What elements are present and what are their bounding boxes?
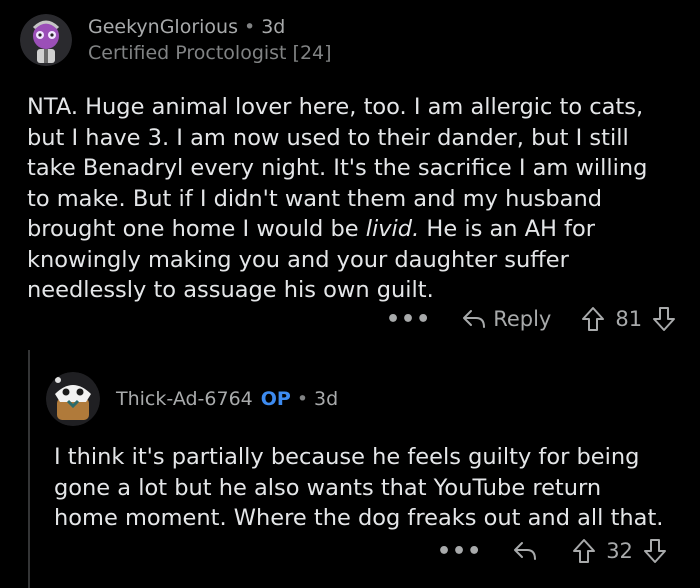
vote-score: 32 (606, 539, 633, 563)
reply-button[interactable] (512, 540, 538, 562)
op-badge: OP (260, 388, 291, 410)
upvote-icon[interactable] (581, 306, 605, 332)
comment-header: Thick-Ad-6764 OP • 3d (46, 372, 338, 426)
comment-age: 3d (261, 16, 286, 38)
more-icon[interactable]: ••• (386, 307, 431, 332)
comment-actions: ••• 32 (437, 538, 667, 564)
comment-body-line: knowingly making you and your daughter s… (27, 246, 569, 273)
reply-arrow-icon (463, 310, 486, 328)
reply-button[interactable]: Reply (461, 307, 551, 331)
vote-score: 81 (615, 307, 643, 331)
comment-body-line: gone a lot but he also wants that YouTub… (54, 474, 602, 501)
comment-body-line: needlessly to assuage his own guilt. (27, 277, 434, 303)
more-icon[interactable]: ••• (437, 539, 482, 564)
meta-separator: • (296, 388, 309, 410)
reply-label: Reply (493, 307, 552, 331)
comment-body-emphasis: livid. (365, 216, 420, 242)
meta-separator: • (244, 16, 256, 38)
comment-username[interactable]: Thick-Ad-6764 (116, 388, 253, 410)
comment-body: I think it's partially because he feels … (54, 442, 694, 534)
comment-username[interactable]: GeekynGlorious (88, 16, 238, 38)
comment-body-line: NTA. Huge animal lover here, too. I am a… (27, 94, 644, 120)
comment-body-line: take Benadryl every night. It's the sacr… (27, 155, 648, 181)
comment-body-line: brought one home I would be (27, 216, 366, 242)
user-avatar-icon[interactable] (20, 14, 72, 66)
comment-body-line: He is an AH for (419, 216, 596, 242)
user-flair: Certified Proctologist [24] (88, 42, 332, 64)
comment-header: GeekynGlorious • 3d Certified Proctologist… (20, 14, 332, 66)
vote-controls: 81 (581, 306, 676, 332)
comment-body: NTA. Huge animal lover here, too. I am a… (27, 92, 687, 306)
vote-controls: 32 (572, 538, 667, 564)
comment-actions: ••• Reply 81 (386, 306, 676, 332)
comment-age: 3d (314, 388, 339, 410)
user-avatar-icon[interactable] (46, 372, 100, 426)
comment-body-line: to make. But if I didn't want them and m… (27, 185, 602, 212)
thread-line[interactable] (28, 350, 30, 588)
upvote-icon[interactable] (572, 538, 596, 564)
comment-body-line: I think it's partially because he feels … (54, 444, 640, 470)
downvote-icon[interactable] (643, 538, 667, 564)
reply-arrow-icon (514, 542, 537, 560)
downvote-icon[interactable] (652, 306, 676, 332)
comment-body-line: home moment. Where the dog freaks out an… (54, 505, 664, 531)
comment-body-line: but I have 3. I am now used to their dan… (27, 124, 629, 151)
